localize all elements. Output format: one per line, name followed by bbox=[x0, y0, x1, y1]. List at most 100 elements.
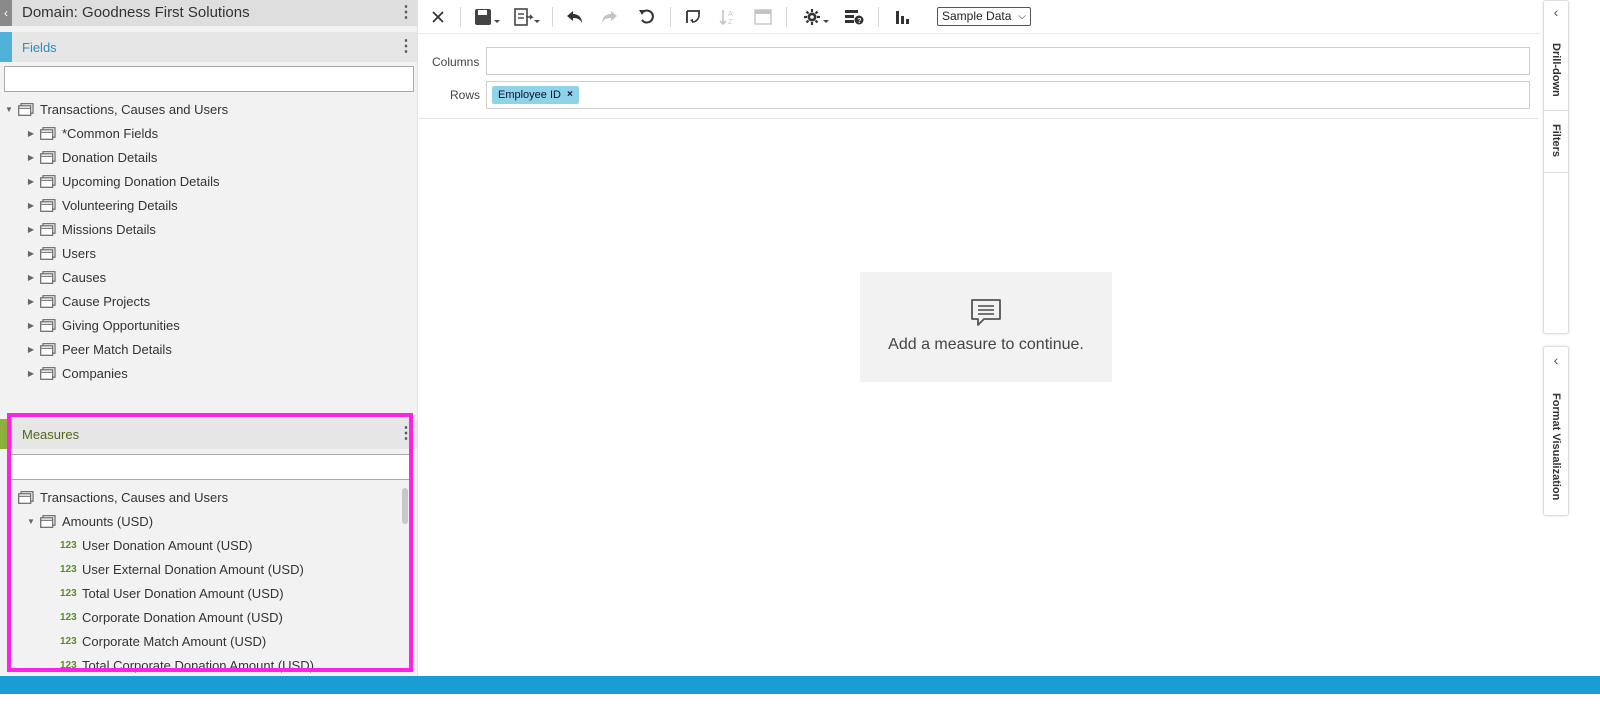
numeric-measure-icon: 123 bbox=[60, 611, 77, 623]
field-folder[interactable]: ▶ Missions Details bbox=[26, 217, 156, 241]
fields-title: Fields bbox=[22, 40, 57, 55]
empty-state-card: Add a measure to continue. bbox=[860, 272, 1112, 382]
expand-arrow-icon[interactable]: ▶ bbox=[26, 369, 36, 378]
expand-arrow-icon[interactable]: ▶ bbox=[26, 297, 36, 306]
measures-group[interactable]: ▼ Amounts (USD) bbox=[26, 509, 153, 533]
save-button[interactable] bbox=[472, 5, 502, 29]
status-bar bbox=[0, 676, 1600, 694]
measure-item[interactable]: 123 Total User Donation Amount (USD) bbox=[60, 581, 284, 605]
columns-label: Columns bbox=[432, 55, 480, 69]
collapse-arrow-icon[interactable]: ▼ bbox=[4, 105, 14, 114]
folder-icon bbox=[40, 198, 62, 212]
save-icon bbox=[475, 9, 500, 25]
filters-tab[interactable]: Filters bbox=[1543, 116, 1569, 166]
format-visualization-tab[interactable]: Format Visualization bbox=[1543, 384, 1569, 510]
close-button[interactable] bbox=[428, 5, 448, 29]
measures-header: Measures ⋮ bbox=[0, 419, 417, 449]
field-folder[interactable]: ▶ Users bbox=[26, 241, 96, 265]
right-rail: ‹ Drill-down Filters ‹ Format Visualizat… bbox=[1540, 0, 1600, 676]
fields-menu-icon[interactable]: ⋮ bbox=[398, 38, 414, 56]
sample-data-label: Sample Data bbox=[942, 9, 1012, 23]
folder-icon bbox=[40, 294, 62, 308]
undo-all-button[interactable] bbox=[636, 5, 658, 29]
left-panel: ‹ Domain: Goodness First Solutions ⋮ Fie… bbox=[0, 0, 418, 676]
numeric-measure-icon: 123 bbox=[60, 587, 77, 599]
tree-item-label: Corporate Donation Amount (USD) bbox=[82, 609, 283, 625]
expand-arrow-icon[interactable]: ▶ bbox=[26, 249, 36, 258]
export-icon bbox=[514, 8, 540, 26]
measure-item[interactable]: 123 Total Corporate Donation Amount (USD) bbox=[60, 653, 314, 676]
pivot-icon bbox=[686, 10, 700, 23]
drilldown-label: Drill-down bbox=[1550, 43, 1562, 97]
tree-item-label: *Common Fields bbox=[62, 125, 159, 141]
folder-icon bbox=[40, 318, 62, 332]
export-button[interactable] bbox=[512, 5, 542, 29]
expand-arrow-icon[interactable]: ▶ bbox=[26, 201, 36, 210]
fields-header: Fields ⋮ bbox=[0, 32, 417, 62]
measure-item[interactable]: 123 User External Donation Amount (USD) bbox=[60, 557, 304, 581]
field-folder[interactable]: ▶ Upcoming Donation Details bbox=[26, 169, 220, 193]
field-folder[interactable]: ▶ Companies bbox=[26, 361, 128, 385]
measures-accent-bar bbox=[0, 419, 12, 449]
data-view-button[interactable] bbox=[752, 5, 774, 29]
field-folder[interactable]: ▶ Giving Opportunities bbox=[26, 313, 180, 337]
undo-button[interactable] bbox=[564, 5, 586, 29]
numeric-measure-icon: 123 bbox=[60, 563, 77, 575]
measure-item[interactable]: 123 Corporate Donation Amount (USD) bbox=[60, 605, 283, 629]
collapse-arrow-icon[interactable]: ▼ bbox=[26, 517, 36, 526]
expand-format-icon[interactable]: ‹ bbox=[1543, 348, 1569, 372]
svg-text:Z: Z bbox=[728, 19, 733, 26]
rows-drop-zone[interactable]: Employee ID × bbox=[486, 81, 1530, 109]
expand-arrow-icon[interactable]: ▶ bbox=[26, 345, 36, 354]
row-field-label: Employee ID bbox=[498, 89, 561, 101]
field-folder[interactable]: ▶ Volunteering Details bbox=[26, 193, 178, 217]
field-folder[interactable]: ▶ Cause Projects bbox=[26, 289, 150, 313]
measures-scrollbar[interactable] bbox=[402, 488, 408, 524]
folder-icon bbox=[40, 222, 62, 236]
sample-data-select[interactable]: Sample Data ⌵ bbox=[937, 7, 1031, 26]
expand-arrow-icon[interactable]: ▶ bbox=[26, 273, 36, 282]
field-folder[interactable]: ▶ Causes bbox=[26, 265, 106, 289]
measures-menu-icon[interactable]: ⋮ bbox=[398, 425, 414, 443]
measure-item[interactable]: 123 Corporate Match Amount (USD) bbox=[60, 629, 266, 653]
tree-item-label: Upcoming Donation Details bbox=[62, 173, 220, 189]
expand-arrow-icon[interactable]: ▶ bbox=[26, 129, 36, 138]
tree-item-label: Amounts (USD) bbox=[62, 513, 154, 529]
drilldown-tab[interactable]: Drill-down bbox=[1543, 38, 1569, 102]
domain-header: ‹ Domain: Goodness First Solutions ⋮ bbox=[0, 0, 417, 26]
measures-search-input[interactable] bbox=[8, 454, 410, 480]
settings-button[interactable] bbox=[802, 5, 832, 29]
query-button[interactable]: ? bbox=[842, 5, 866, 29]
empty-state-message: Add a measure to continue. bbox=[888, 336, 1084, 353]
collapse-panel-icon[interactable]: ‹ bbox=[0, 0, 12, 26]
measure-item[interactable]: 123 User Donation Amount (USD) bbox=[60, 533, 253, 557]
fields-search-input[interactable] bbox=[4, 66, 414, 92]
measures-title: Measures bbox=[22, 427, 80, 442]
field-folder[interactable]: ▶ Donation Details bbox=[26, 145, 157, 169]
pivot-button[interactable] bbox=[682, 5, 704, 29]
expand-arrow-icon[interactable]: ▶ bbox=[26, 153, 36, 162]
expand-arrow-icon[interactable]: ▶ bbox=[26, 177, 36, 186]
columns-drop-zone[interactable] bbox=[486, 47, 1530, 75]
redo-icon bbox=[602, 11, 617, 23]
chart-type-button[interactable] bbox=[892, 5, 914, 29]
field-folder[interactable]: ▶ *Common Fields bbox=[26, 121, 158, 145]
sort-button[interactable]: AZ bbox=[716, 5, 738, 29]
sort-icon: AZ bbox=[719, 10, 733, 26]
tree-item-label: Causes bbox=[62, 269, 107, 285]
row-field-pill[interactable]: Employee ID × bbox=[492, 86, 579, 104]
tree-item-label: Cause Projects bbox=[62, 293, 151, 309]
chevron-down-icon: ⌵ bbox=[1018, 11, 1026, 22]
expand-arrow-icon[interactable]: ▶ bbox=[26, 225, 36, 234]
measures-root[interactable]: Transactions, Causes and Users bbox=[18, 485, 228, 509]
undo-all-icon bbox=[639, 9, 654, 24]
expand-panel-icon[interactable]: ‹ bbox=[1543, 0, 1569, 24]
fields-root[interactable]: ▼ Transactions, Causes and Users bbox=[4, 97, 228, 121]
expand-arrow-icon[interactable]: ▶ bbox=[26, 321, 36, 330]
redo-button[interactable] bbox=[598, 5, 620, 29]
domain-menu-icon[interactable]: ⋮ bbox=[398, 4, 414, 22]
folder-icon bbox=[40, 270, 62, 284]
remove-icon[interactable]: × bbox=[567, 86, 573, 104]
field-folder[interactable]: ▶ Peer Match Details bbox=[26, 337, 172, 361]
tree-item-label: Volunteering Details bbox=[62, 197, 178, 213]
